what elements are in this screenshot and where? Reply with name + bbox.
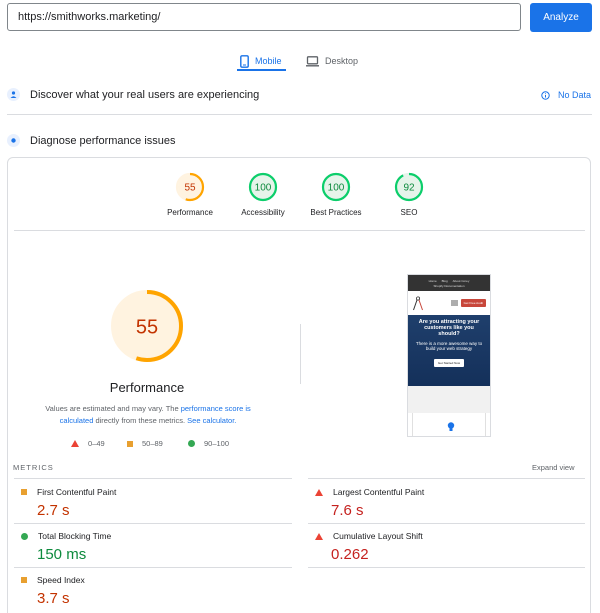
screenshot-card — [412, 413, 486, 436]
metric-divider — [14, 478, 292, 479]
see-calculator-link[interactable]: See calculator. — [187, 416, 236, 425]
metric-value: 2.7 s — [37, 502, 70, 519]
metric-name: Largest Contentful Paint — [333, 487, 425, 497]
legend-fail-label: 0–49 — [88, 439, 105, 448]
legend-pass-label: 90–100 — [204, 439, 230, 448]
metric-name: Speed Index — [37, 575, 85, 585]
diagnose-section-header: Diagnose performance issues — [7, 134, 176, 147]
square-icon — [127, 440, 133, 447]
screenshot-cta: Get Free Audit — [460, 299, 486, 307]
category-accessibility[interactable]: 100 Accessibility — [233, 172, 293, 217]
lightbulb-icon — [447, 422, 455, 431]
tab-mobile-label: Mobile — [255, 56, 282, 66]
metric-lcp: Largest Contentful Paint 7.6 s — [315, 487, 424, 519]
no-data-label: No Data — [558, 90, 592, 100]
metric-name: First Contentful Paint — [37, 487, 117, 497]
screenshot-nav-item: Blog — [441, 278, 448, 283]
performance-title: Performance — [109, 380, 185, 395]
legend-average: 50–89 — [127, 439, 163, 448]
legend-fail: 0–49 — [71, 439, 105, 448]
mobile-icon — [240, 54, 249, 68]
tab-desktop[interactable]: Desktop — [306, 49, 358, 73]
category-performance[interactable]: 55 Performance — [160, 172, 220, 217]
metric-divider — [14, 567, 292, 568]
square-icon — [21, 577, 27, 583]
page-screenshot: Home Blog About Corey Shopify Documentat… — [407, 274, 491, 437]
metric-value: 3.7 s — [37, 590, 70, 607]
seo-score: 92 — [403, 183, 415, 194]
screenshot-hero-sub: There is a more awesome way to build you… — [415, 341, 483, 351]
performance-gauge: 55 — [175, 172, 205, 202]
crux-section-header: Discover what your real users are experi… — [7, 88, 259, 101]
users-icon — [7, 88, 20, 101]
metric-divider — [308, 523, 585, 524]
category-label: Performance — [167, 208, 213, 217]
section-divider — [7, 114, 592, 115]
legend-average-label: 50–89 — [142, 439, 163, 448]
metric-value: 0.262 — [331, 546, 369, 563]
circle-icon — [188, 440, 195, 447]
metric-divider — [14, 523, 292, 524]
metric-fcp: First Contentful Paint 2.7 s — [21, 487, 116, 519]
category-seo[interactable]: 92 SEO — [379, 172, 439, 217]
disclaimer-text: directly from these metrics. — [93, 416, 188, 425]
metric-value: 150 ms — [37, 546, 87, 563]
active-tab-indicator — [237, 69, 286, 71]
expand-view-toggle[interactable]: Expand view — [532, 463, 575, 472]
metric-cls: Cumulative Layout Shift 0.262 — [315, 531, 423, 563]
legend-pass: 90–100 — [188, 439, 229, 448]
performance-big-score: 55 — [136, 317, 158, 339]
best-practices-score: 100 — [328, 183, 345, 194]
seo-gauge: 92 — [394, 172, 424, 202]
circle-icon — [21, 532, 28, 540]
diagnose-title: Diagnose performance issues — [30, 134, 176, 147]
category-label: SEO — [400, 208, 418, 217]
best-practices-gauge: 100 — [321, 172, 351, 202]
metric-divider — [308, 567, 585, 568]
metric-name: Cumulative Layout Shift — [333, 531, 423, 541]
screenshot-header: Get Free Audit — [408, 291, 490, 315]
tab-desktop-label: Desktop — [325, 56, 359, 66]
metric-value: 7.6 s — [331, 502, 364, 519]
performance-disclaimer: Values are estimated and may vary. The p… — [37, 403, 259, 427]
hamburger-icon — [450, 300, 458, 306]
desktop-icon — [306, 55, 319, 67]
performance-score: 55 — [184, 183, 196, 194]
info-icon — [541, 90, 550, 100]
screenshot-hero: Are you attracting your customers like y… — [408, 315, 490, 386]
metric-si: Speed Index 3.7 s — [21, 575, 85, 607]
square-icon — [21, 489, 27, 495]
screenshot-gray-band — [408, 386, 490, 413]
accessibility-score: 100 — [255, 183, 272, 194]
url-input[interactable] — [7, 3, 521, 31]
vertical-divider — [300, 324, 301, 384]
metric-divider — [308, 478, 585, 479]
crux-title: Discover what your real users are experi… — [30, 88, 260, 101]
triangle-icon — [315, 488, 323, 496]
lighthouse-icon — [7, 134, 20, 147]
category-best-practices[interactable]: 100 Best Practices — [306, 172, 366, 217]
no-data-link[interactable]: No Data — [541, 90, 591, 100]
disclaimer-text: Values are estimated and may vary. The — [45, 404, 181, 413]
screenshot-nav-item: About Corey — [452, 278, 470, 283]
card-divider — [14, 230, 585, 231]
screenshot-nav: Home Blog About Corey Shopify Documentat… — [408, 275, 490, 291]
triangle-icon — [71, 440, 79, 447]
screenshot-nav-sub: Shopify Documentation — [433, 283, 465, 288]
metric-name: Total Blocking Time — [38, 531, 112, 541]
accessibility-gauge: 100 — [248, 172, 278, 202]
analyze-button[interactable]: Analyze — [530, 3, 592, 32]
compass-logo-icon — [413, 295, 423, 310]
screenshot-hero-button: Get Started Now — [433, 359, 465, 367]
metrics-heading: METRICS — [13, 463, 54, 472]
screenshot-hero-title: Are you attracting your customers like y… — [418, 319, 480, 337]
performance-big-gauge: 55 — [111, 290, 183, 362]
category-label: Best Practices — [310, 208, 362, 217]
category-label: Accessibility — [241, 208, 285, 217]
metric-tbt: Total Blocking Time 150 ms — [21, 531, 111, 563]
triangle-icon — [315, 532, 323, 540]
screenshot-nav-item: Home — [428, 278, 437, 283]
